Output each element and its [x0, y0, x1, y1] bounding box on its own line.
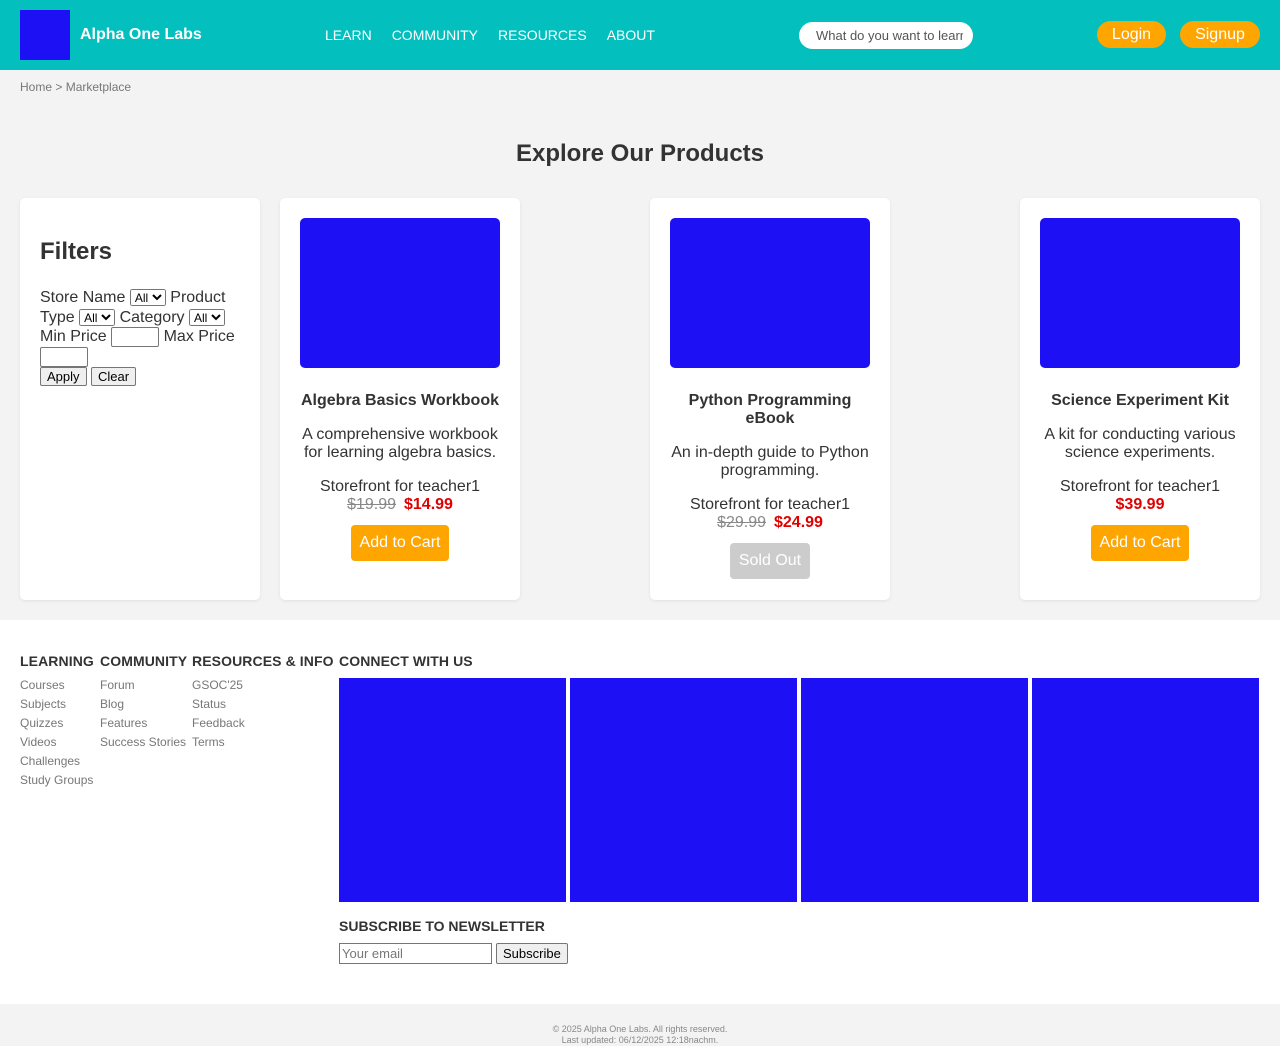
signup-button[interactable]: Signup	[1180, 21, 1260, 48]
category-label: Category	[119, 308, 185, 326]
min-price-label: Min Price	[40, 328, 107, 346]
search-input[interactable]	[799, 22, 973, 49]
footer-community-title: COMMUNITY	[100, 653, 188, 669]
footer-link-forum[interactable]: Forum	[100, 678, 135, 692]
footer-community: COMMUNITY Forum Blog Features Success St…	[100, 653, 187, 752]
footer-link-courses[interactable]: Courses	[20, 678, 65, 692]
max-price-input[interactable]	[40, 347, 88, 367]
product-description: A kit for conducting various science exp…	[1044, 426, 1236, 461]
filters-title: Filters	[40, 238, 113, 265]
store-name-label: Store Name	[40, 289, 126, 306]
product-prices: $39.99	[1040, 496, 1240, 514]
footer-link-gsoc[interactable]: GSOC'25	[192, 678, 243, 692]
subscribe-button[interactable]: Subscribe	[496, 943, 568, 964]
add-to-cart-button[interactable]: Add to Cart	[350, 525, 450, 561]
product-prices: $19.99 $14.99	[300, 496, 500, 514]
sale-price: $14.99	[404, 496, 453, 513]
footer-resources-title: RESOURCES & INFO	[192, 653, 334, 669]
footer-link-feedback[interactable]: Feedback	[192, 716, 245, 730]
footer-link-status[interactable]: Status	[192, 697, 226, 711]
copyright: © 2025 Alpha One Labs. All rights reserv…	[0, 1024, 1280, 1046]
breadcrumb-home[interactable]: Home	[20, 80, 52, 94]
footer-link-terms[interactable]: Terms	[192, 735, 225, 749]
nav-resources[interactable]: RESOURCES	[498, 27, 587, 43]
product-store: Storefront for teacher1	[689, 496, 851, 513]
copyright-text: © 2025 Alpha One Labs. All rights reserv…	[552, 1024, 728, 1034]
page-title: Explore Our Products	[515, 140, 765, 167]
footer-learning: LEARNING Courses Subjects Quizzes Videos…	[20, 653, 94, 790]
store-name-select[interactable]: All	[129, 289, 166, 306]
product-name[interactable]: Algebra Basics Workbook	[300, 392, 500, 410]
product-image[interactable]	[300, 218, 500, 368]
sale-price: $24.99	[774, 514, 823, 531]
social-icon[interactable]	[1032, 678, 1259, 902]
newsletter-form: Subscribe	[339, 943, 568, 964]
top-header: Alpha One Labs LEARN COMMUNITY RESOURCES…	[0, 0, 1280, 70]
product-store: Storefront for teacher1	[319, 478, 481, 495]
max-price-label: Max Price	[163, 328, 235, 346]
filters-panel: Filters Store Name All Product Type All …	[20, 198, 260, 600]
brand-name[interactable]: Alpha One Labs	[80, 26, 202, 44]
product-description: An in-depth guide to Python programming.	[671, 444, 869, 479]
product-description: A comprehensive workbook for learning al…	[302, 426, 498, 461]
product-prices: $29.99 $24.99	[670, 514, 870, 532]
site-footer: LEARNING Courses Subjects Quizzes Videos…	[0, 620, 1280, 1004]
footer-link-success-stories[interactable]: Success Stories	[100, 735, 186, 749]
product-name[interactable]: Python Programming eBook	[670, 392, 870, 428]
footer-link-subjects[interactable]: Subjects	[20, 697, 66, 711]
original-price: $19.99	[347, 496, 396, 513]
breadcrumb: Home > Marketplace	[20, 80, 131, 94]
filter-form: Store Name All Product Type All Category…	[40, 288, 240, 387]
product-image[interactable]	[670, 218, 870, 368]
breadcrumb-separator: >	[52, 80, 66, 94]
footer-learning-title: LEARNING	[20, 653, 94, 669]
social-icon[interactable]	[570, 678, 797, 902]
footer-link-quizzes[interactable]: Quizzes	[20, 716, 63, 730]
sold-out-button: Sold Out	[729, 543, 811, 579]
product-name[interactable]: Science Experiment Kit	[1040, 392, 1240, 410]
product-type-select[interactable]: All	[79, 308, 116, 326]
min-price-input[interactable]	[111, 327, 160, 347]
social-links	[339, 678, 1259, 902]
product-price: $39.99	[1115, 496, 1165, 513]
nav-learn[interactable]: LEARN	[325, 27, 372, 43]
nav-community[interactable]: COMMUNITY	[392, 27, 478, 43]
product-store: Storefront for teacher1	[1059, 478, 1221, 495]
logo-image[interactable]	[20, 10, 70, 60]
original-price: $29.99	[717, 514, 766, 531]
breadcrumb-current: Marketplace	[65, 80, 132, 94]
footer-connect-title: CONNECT WITH US	[339, 653, 473, 669]
clear-button[interactable]: Clear	[90, 367, 137, 386]
footer-link-videos[interactable]: Videos	[20, 735, 56, 749]
footer-link-study-groups[interactable]: Study Groups	[20, 773, 93, 787]
category-select[interactable]: All	[188, 308, 225, 326]
product-card: Algebra Basics Workbook A comprehensive …	[280, 198, 520, 600]
footer-link-challenges[interactable]: Challenges	[20, 754, 80, 768]
product-image[interactable]	[1040, 218, 1240, 368]
newsletter-title: SUBSCRIBE TO NEWSLETTER	[339, 918, 545, 934]
social-icon[interactable]	[801, 678, 1028, 902]
product-card: Python Programming eBook An in-depth gui…	[650, 198, 890, 600]
social-icon[interactable]	[339, 678, 566, 902]
last-updated-text: Last updated: 06/12/2025 12:18nachm.	[561, 1035, 719, 1045]
footer-connect: CONNECT WITH US	[339, 653, 473, 676]
product-card: Science Experiment Kit A kit for conduct…	[1020, 198, 1260, 600]
footer-link-blog[interactable]: Blog	[100, 697, 124, 711]
main-nav: LEARN COMMUNITY RESOURCES ABOUT	[325, 27, 655, 43]
login-button[interactable]: Login	[1097, 21, 1166, 48]
add-to-cart-button[interactable]: Add to Cart	[1090, 525, 1190, 561]
nav-about[interactable]: ABOUT	[607, 27, 655, 43]
footer-resources: RESOURCES & INFO GSOC'25 Status Feedback…	[192, 653, 334, 752]
footer-link-features[interactable]: Features	[100, 716, 147, 730]
newsletter-email-input[interactable]	[339, 943, 492, 964]
apply-button[interactable]: Apply	[40, 367, 87, 386]
